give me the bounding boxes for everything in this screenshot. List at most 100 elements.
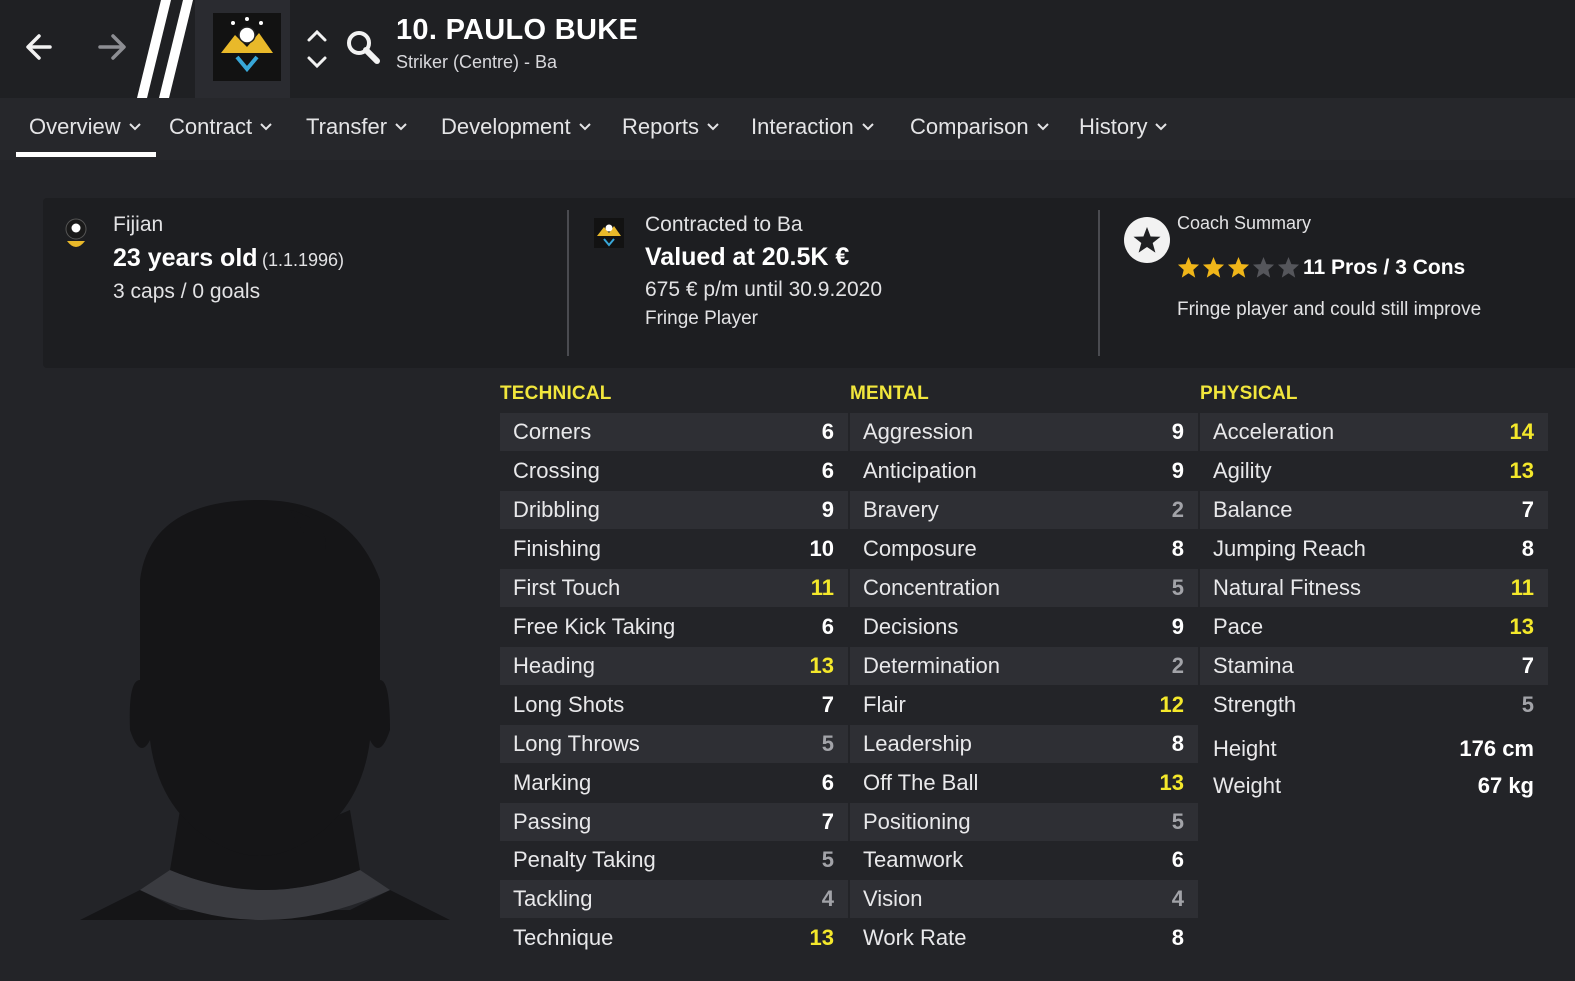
- chevron-down-icon: [578, 123, 591, 131]
- attribute-row-long-shots[interactable]: Long Shots 7: [500, 686, 848, 724]
- attribute-row-penalty-taking[interactable]: Penalty Taking 5: [500, 841, 848, 879]
- attribute-row-free-kick-taking[interactable]: Free Kick Taking 6: [500, 608, 848, 646]
- pros-cons-text[interactable]: 11 Pros / 3 Cons: [1303, 256, 1465, 280]
- age-line: 23 years old (1.1.1996): [113, 244, 344, 273]
- tab-comparison[interactable]: Comparison: [910, 114, 1049, 140]
- attribute-row-aggression[interactable]: Aggression 9: [850, 413, 1198, 451]
- attribute-row-finishing[interactable]: Finishing 10: [500, 530, 848, 568]
- attribute-name: Heading: [513, 652, 595, 678]
- attribute-row-determination[interactable]: Determination 2: [850, 646, 1198, 685]
- tab-development[interactable]: Development: [441, 114, 591, 140]
- attribute-row-flair[interactable]: Flair 12: [850, 686, 1198, 724]
- attribute-value: 9: [1171, 457, 1184, 483]
- chevron-down-icon: [260, 123, 272, 131]
- attribute-name: Off The Ball: [863, 769, 979, 795]
- attribute-value: 5: [821, 847, 834, 873]
- attribute-row-natural-fitness[interactable]: Natural Fitness 11: [1200, 568, 1548, 607]
- technical-section-title: TECHNICAL: [500, 383, 612, 404]
- attribute-name: Natural Fitness: [1213, 574, 1361, 600]
- attribute-value: 5: [1521, 691, 1534, 717]
- coach-summary-star-icon: [1124, 217, 1170, 263]
- attribute-name: Long Throws: [513, 730, 640, 756]
- attribute-row-first-touch[interactable]: First Touch 11: [500, 568, 848, 607]
- attribute-row-marking[interactable]: Marking 6: [500, 764, 848, 802]
- nation-flag-icon[interactable]: [63, 217, 89, 253]
- tab-label: Transfer: [306, 114, 388, 139]
- attribute-row-stamina[interactable]: Stamina 7: [1200, 646, 1548, 685]
- attribute-row-pace[interactable]: Pace 13: [1200, 608, 1548, 646]
- attribute-row-passing[interactable]: Passing 7: [500, 802, 848, 841]
- top-header: 10. PAULO BUKE Striker (Centre) - Ba: [0, 0, 1575, 98]
- attribute-row-long-throws[interactable]: Long Throws 5: [500, 724, 848, 763]
- attribute-row-anticipation[interactable]: Anticipation 9: [850, 452, 1198, 490]
- info-divider: [567, 210, 569, 356]
- age-text: 23 years old: [113, 244, 258, 272]
- attribute-row-corners[interactable]: Corners 6: [500, 413, 848, 451]
- attribute-row-vision[interactable]: Vision 4: [850, 880, 1198, 919]
- attribute-name: Pace: [1213, 613, 1264, 639]
- attribute-row-teamwork[interactable]: Teamwork 6: [850, 841, 1198, 879]
- attribute-value: 6: [821, 769, 834, 795]
- attribute-name: Marking: [513, 769, 592, 795]
- chevron-down-icon: [862, 123, 874, 131]
- tab-label: Reports: [622, 114, 700, 139]
- search-icon[interactable]: [344, 28, 382, 66]
- attribute-row-positioning[interactable]: Positioning 5: [850, 802, 1198, 841]
- tab-transfer[interactable]: Transfer: [306, 114, 407, 140]
- attribute-name: Penalty Taking: [513, 847, 656, 873]
- nationality-text[interactable]: Fijian: [113, 213, 163, 237]
- star-filled-icon: [1202, 256, 1225, 278]
- attribute-row-strength[interactable]: Strength 5: [1200, 686, 1548, 724]
- attribute-name: Work Rate: [863, 925, 967, 951]
- contract-club-text[interactable]: Contracted to Ba: [645, 213, 803, 237]
- attribute-name: Anticipation: [863, 457, 977, 483]
- attribute-row-acceleration[interactable]: Acceleration 14: [1200, 413, 1548, 451]
- attribute-row-concentration[interactable]: Concentration 5: [850, 568, 1198, 607]
- forward-arrow-icon[interactable]: [88, 24, 134, 70]
- physical-section-title: PHYSICAL: [1200, 383, 1298, 404]
- attribute-value: 13: [1509, 457, 1534, 483]
- tab-overview[interactable]: Overview: [29, 114, 141, 140]
- attribute-row-heading[interactable]: Heading 13: [500, 646, 848, 685]
- attribute-row-decisions[interactable]: Decisions 9: [850, 608, 1198, 646]
- attribute-row-composure[interactable]: Composure 8: [850, 530, 1198, 568]
- attribute-name: Flair: [863, 691, 906, 717]
- weight-label: Weight: [1213, 773, 1282, 798]
- attribute-name: Acceleration: [1213, 419, 1335, 444]
- attribute-row-work-rate[interactable]: Work Rate 8: [850, 919, 1198, 957]
- star-filled-icon: [1227, 256, 1250, 278]
- tab-reports[interactable]: Reports: [622, 114, 719, 140]
- tab-history[interactable]: History: [1079, 114, 1168, 140]
- tab-interaction[interactable]: Interaction: [751, 114, 874, 140]
- attribute-name: Composure: [863, 535, 977, 561]
- attribute-row-leadership[interactable]: Leadership 8: [850, 724, 1198, 763]
- attribute-value: 7: [821, 691, 834, 717]
- attribute-value: 5: [821, 730, 834, 756]
- attribute-row-balance[interactable]: Balance 7: [1200, 490, 1548, 529]
- player-silhouette-image: [80, 500, 450, 920]
- attribute-row-tackling[interactable]: Tackling 4: [500, 880, 848, 919]
- attribute-value: 8: [1171, 925, 1184, 951]
- attribute-value: 9: [821, 496, 834, 522]
- attribute-row-dribbling[interactable]: Dribbling 9: [500, 490, 848, 529]
- attribute-value: 5: [1171, 574, 1184, 600]
- player-switch-updown[interactable]: [302, 26, 332, 72]
- tab-label: Overview: [29, 114, 121, 139]
- back-arrow-icon[interactable]: [20, 24, 66, 70]
- attribute-value: 13: [809, 652, 834, 678]
- attribute-name: First Touch: [513, 574, 621, 600]
- attribute-row-bravery[interactable]: Bravery 2: [850, 490, 1198, 529]
- attribute-row-jumping-reach[interactable]: Jumping Reach 8: [1200, 530, 1548, 568]
- attribute-value: 9: [1171, 419, 1184, 444]
- attribute-name: Positioning: [863, 808, 971, 834]
- club-badge-small-icon[interactable]: [594, 218, 624, 248]
- attribute-row-agility[interactable]: Agility 13: [1200, 452, 1548, 490]
- squad-status-text: Fringe Player: [645, 308, 758, 329]
- tab-contract[interactable]: Contract: [169, 114, 272, 140]
- tab-label: Development: [441, 114, 571, 139]
- attribute-row-crossing[interactable]: Crossing 6: [500, 452, 848, 490]
- attribute-value: 9: [1171, 613, 1184, 639]
- attribute-row-off-the-ball[interactable]: Off The Ball 13: [850, 764, 1198, 802]
- club-badge-logo[interactable]: [213, 13, 281, 81]
- attribute-row-technique[interactable]: Technique 13: [500, 919, 848, 957]
